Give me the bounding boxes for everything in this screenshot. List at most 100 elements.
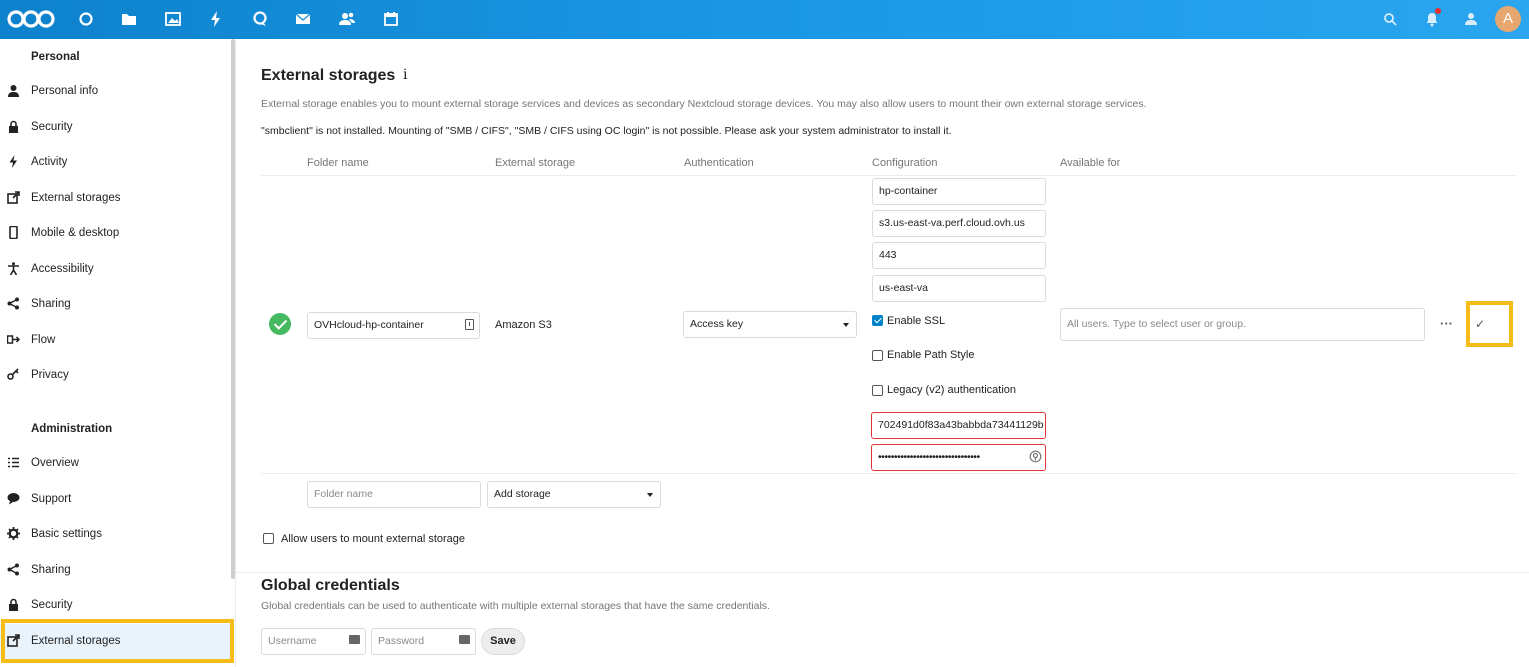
contacts-menu-icon[interactable] — [1461, 9, 1481, 29]
global-credentials-description: Global credentials can be used to authen… — [261, 600, 770, 612]
section-divider — [236, 572, 1529, 573]
sidebar-item-label: Activity — [31, 156, 68, 168]
administration-heading: Administration — [31, 423, 113, 435]
sidebar-item-label: Security — [31, 121, 73, 133]
sidebar-item-mobile-desktop[interactable]: Mobile & desktop — [0, 216, 230, 251]
notification-badge — [1435, 8, 1441, 14]
sidebar-item-label: Mobile & desktop — [31, 227, 120, 239]
calendar-icon[interactable] — [381, 9, 401, 29]
sidebar-item-external-storages[interactable]: External storages — [0, 181, 230, 216]
secret-key-input[interactable]: •••••••••••••••••••••••••••••••• — [871, 444, 1046, 471]
access-key-input[interactable]: 702491d0f83a43babbda73441129b — [871, 412, 1046, 439]
dashboard-icon[interactable] — [76, 9, 96, 29]
sidebar-item-personal-info[interactable]: Personal info — [0, 74, 230, 109]
legacy-auth-label: Legacy (v2) authentication — [887, 384, 1017, 396]
keyboard-icon — [459, 635, 470, 644]
share-icon — [7, 563, 20, 576]
external-description: External storage enables you to mount ex… — [261, 98, 1147, 110]
settings-sidebar: Personal Personal info Security Activity… — [0, 39, 236, 667]
sidebar-item-flow[interactable]: Flow — [0, 323, 230, 358]
sidebar-scrollbar[interactable] — [231, 39, 235, 579]
chevron-down-icon — [647, 493, 653, 497]
sidebar-item-label: Privacy — [31, 369, 69, 381]
sidebar-item-label: Accessibility — [31, 263, 94, 275]
info-icon[interactable]: i — [403, 67, 407, 83]
sidebar-item-security[interactable]: Security — [0, 110, 230, 145]
flow-icon — [7, 333, 20, 346]
mail-icon[interactable] — [293, 9, 313, 29]
sidebar-item-overview[interactable]: Overview — [0, 446, 230, 481]
more-options-icon[interactable]: ··· — [1440, 316, 1453, 331]
folder-picker-icon[interactable] — [465, 319, 474, 330]
main-content: External storages i External storage ena… — [236, 39, 1529, 667]
allow-users-mount-label: Allow users to mount external storage — [281, 533, 466, 545]
phone-icon — [7, 226, 20, 239]
enable-path-style-checkbox[interactable] — [872, 350, 883, 361]
contacts-icon[interactable] — [337, 9, 357, 29]
sidebar-item-basic-settings[interactable]: Basic settings — [0, 517, 230, 552]
enable-path-style-label: Enable Path Style — [887, 349, 975, 361]
col-configuration: Configuration — [872, 157, 938, 169]
sidebar-item-label: Flow — [31, 334, 56, 346]
share-icon — [7, 297, 20, 310]
activity-icon[interactable] — [206, 9, 226, 29]
add-storage-value: Add storage — [494, 488, 551, 500]
talk-icon[interactable] — [250, 9, 270, 29]
sidebar-item-support[interactable]: Support — [0, 482, 230, 517]
photos-icon[interactable] — [163, 9, 183, 29]
enable-ssl-label: Enable SSL — [887, 315, 946, 327]
personal-heading: Personal — [31, 51, 80, 63]
sidebar-item-privacy[interactable]: Privacy — [0, 358, 230, 393]
authentication-select[interactable]: Access key — [683, 311, 857, 338]
highlight-box — [1466, 301, 1513, 347]
files-icon[interactable] — [119, 9, 139, 29]
hostname-input[interactable]: s3.us-east-va.perf.cloud.ovh.us — [872, 210, 1046, 237]
smbclient-warning: "smbclient" is not installed. Mounting o… — [261, 125, 952, 137]
sidebar-item-label: Security — [31, 599, 73, 611]
sidebar-item-accessibility[interactable]: Accessibility — [0, 252, 230, 287]
list-icon — [7, 456, 20, 469]
authentication-value: Access key — [690, 318, 744, 330]
sidebar-item-sharing[interactable]: Sharing — [0, 287, 230, 322]
keyboard-icon — [349, 635, 360, 644]
available-for-input[interactable]: All users. Type to select user or group. — [1060, 308, 1425, 341]
notifications-icon[interactable] — [1422, 8, 1442, 29]
table-header-divider — [261, 175, 1516, 176]
show-password-icon[interactable] — [1029, 450, 1042, 463]
col-available-for: Available for — [1060, 157, 1121, 169]
col-folder-name: Folder name — [307, 157, 369, 169]
enable-ssl-checkbox[interactable] — [872, 315, 883, 326]
legacy-auth-checkbox[interactable] — [872, 385, 883, 396]
row-divider — [261, 473, 1516, 474]
sidebar-item-label: Sharing — [31, 564, 71, 576]
sidebar-item-label: Overview — [31, 457, 79, 469]
status-ok-icon[interactable] — [269, 313, 291, 335]
top-header: A — [0, 0, 1529, 39]
port-input[interactable]: 443 — [872, 242, 1046, 269]
lock-icon — [7, 598, 20, 611]
gear-icon — [7, 527, 20, 540]
chevron-down-icon — [843, 323, 849, 327]
sidebar-item-label: Sharing — [31, 298, 71, 310]
bucket-input[interactable]: hp-container — [872, 178, 1046, 205]
new-folder-name-input[interactable]: Folder name — [307, 481, 481, 508]
storage-type: Amazon S3 — [495, 319, 552, 331]
allow-users-mount-checkbox[interactable] — [263, 533, 274, 544]
folder-name-input[interactable]: OVHcloud-hp-container — [307, 312, 480, 339]
user-avatar[interactable]: A — [1495, 6, 1521, 32]
add-storage-select[interactable]: Add storage — [487, 481, 661, 508]
region-input[interactable]: us-east-va — [872, 275, 1046, 302]
save-button[interactable]: Save — [481, 628, 525, 655]
external-icon — [7, 191, 20, 204]
sidebar-item-label: Support — [31, 493, 72, 505]
key-icon — [7, 368, 20, 381]
external-storages-title: External storages — [261, 67, 396, 84]
sidebar-item-activity[interactable]: Activity — [0, 145, 230, 180]
sidebar-item-label: Basic settings — [31, 528, 102, 540]
search-icon[interactable] — [1380, 9, 1400, 29]
sidebar-item-label: External storages — [31, 192, 121, 204]
sidebar-item-admin-sharing[interactable]: Sharing — [0, 553, 230, 588]
accessibility-icon — [7, 262, 20, 275]
nextcloud-logo-icon[interactable] — [6, 6, 56, 32]
sidebar-item-admin-security[interactable]: Security — [0, 588, 230, 623]
